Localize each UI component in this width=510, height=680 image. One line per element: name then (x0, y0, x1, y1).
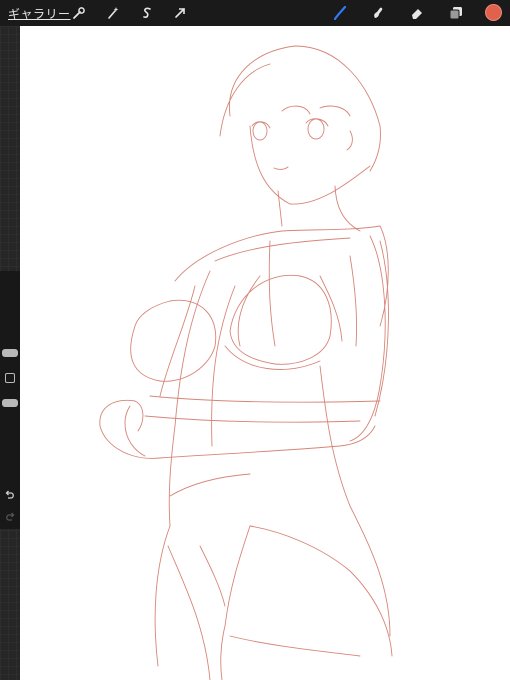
top-toolbar: ギャラリー (0, 0, 510, 26)
gallery-button[interactable]: ギャラリー (8, 5, 71, 22)
modify-button[interactable] (5, 373, 15, 383)
opacity-slider[interactable] (2, 399, 18, 407)
brush-icon[interactable] (330, 3, 350, 23)
sidebar (0, 26, 20, 680)
color-picker-button[interactable] (485, 4, 502, 21)
wrench-icon[interactable] (69, 3, 89, 23)
layers-icon[interactable] (446, 3, 466, 23)
redo-icon[interactable] (4, 511, 16, 523)
magic-wand-icon[interactable] (103, 3, 123, 23)
smudge-icon[interactable] (368, 3, 388, 23)
selection-icon[interactable] (137, 3, 157, 23)
eraser-icon[interactable] (407, 3, 427, 23)
sidebar-panel (0, 271, 20, 529)
undo-icon[interactable] (4, 489, 16, 501)
sketch-drawing (99, 45, 393, 680)
transform-arrow-icon[interactable] (170, 3, 190, 23)
drawing-canvas[interactable] (20, 26, 510, 680)
brush-size-slider[interactable] (2, 349, 18, 357)
